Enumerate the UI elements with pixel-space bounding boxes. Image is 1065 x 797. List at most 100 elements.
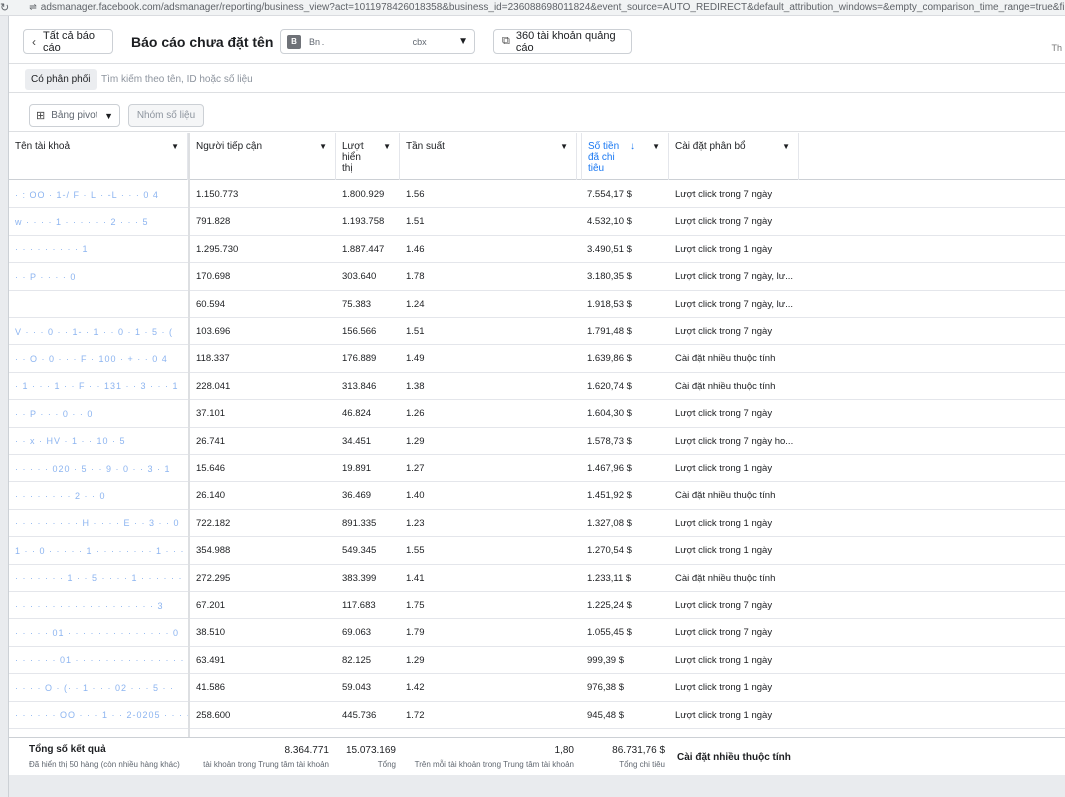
account-name-cell[interactable]: · · P · · · · 0 xyxy=(9,263,188,290)
account-name-cell[interactable]: · · · · · 01 · · · · · · · · · · · · · ·… xyxy=(9,619,188,646)
account-name-cell[interactable]: · · · · · · 01 · · · · · · · · · · · · ·… xyxy=(9,647,188,674)
group-metrics-button[interactable]: Nhóm số liệu xyxy=(128,104,204,127)
spend-cell: 1.451,92 $ xyxy=(587,490,632,502)
account-name-cell[interactable]: · : OO · 1-/ F · L · -L · · · 0 4 xyxy=(9,181,188,208)
table-row[interactable]: · · · · · · · · 2 · · 0 26.140 36.469 1.40 1… xyxy=(9,482,1065,510)
account-name-cell[interactable]: · · · · · 020 · 5 · · 9 · 0 · · 3 · 1 xyxy=(9,455,188,482)
table-icon: ⊞ xyxy=(36,110,46,122)
table-row[interactable]: · · x · HV · 1 · · 10 · 5 26.741 34.451 1.2… xyxy=(9,428,1065,455)
caret-down-icon[interactable]: ▼ xyxy=(652,142,660,151)
column-label: Cài đặt phân bổ xyxy=(675,141,746,152)
account-name-cell[interactable]: · · · · · · · · · · · · · · · · · · · 3 xyxy=(9,592,188,619)
table-row[interactable]: · · · · · · · · · 1 1.295.730 1.887.447 1.4… xyxy=(9,236,1065,264)
reload-icon[interactable]: ↻ xyxy=(0,1,9,14)
frequency-cell: 1.51 xyxy=(406,216,425,228)
attribution-cell: Lượt click trong 1 ngày xyxy=(675,545,773,557)
caret-down-icon[interactable]: ▼ xyxy=(383,142,391,151)
business-account-select[interactable]: B Bn . cbx ▼ xyxy=(280,29,475,54)
impressions-cell: 59.043 xyxy=(342,682,372,694)
browser-address-bar[interactable]: ↻ ⇌ adsmanager.facebook.com/adsmanager/r… xyxy=(0,0,1065,16)
attribution-cell: Cài đặt nhiều thuộc tính xyxy=(675,353,776,365)
table-row[interactable]: · · O · 0 · · · F · 100 · + · · 0 4 118.3… xyxy=(9,345,1065,373)
table-row[interactable]: · · · · · · · 1 · · 5 · · · · 1 · · · · … xyxy=(9,565,1065,592)
column-header-attribution[interactable]: Cài đặt phân bổ ▼ xyxy=(669,133,799,180)
accounts-icon: ⧉ xyxy=(502,35,510,47)
column-header-frequency[interactable]: Tần suất ▼ xyxy=(400,133,577,180)
attribution-cell: Lượt click trong 1 ngày xyxy=(675,654,773,666)
table-row[interactable]: · · · · · · · · · · · · · · · · · · · 3 6… xyxy=(9,592,1065,620)
table-row[interactable]: · · P · · · · 0 170.698 303.640 1.78 3.180,3… xyxy=(9,263,1065,291)
account-name-cell[interactable]: · 1 · · · 1 · · F · · 131 · · 3 · · · 1 xyxy=(9,373,188,400)
impressions-cell: 176.889 xyxy=(342,353,377,365)
search-input[interactable] xyxy=(101,70,1051,89)
table-row[interactable]: · · · · · · 01 · · · · · · · · · · · · ·… xyxy=(9,647,1065,675)
spend-cell: 1.233,11 $ xyxy=(587,572,632,584)
sort-descending-icon[interactable]: ↓ xyxy=(630,141,635,152)
impressions-cell: 549.345 xyxy=(342,545,377,557)
account-name-cell[interactable]: · · P · · · 0 · · 0 xyxy=(9,400,188,427)
attribution-cell: Lượt click trong 7 ngày xyxy=(675,600,773,611)
table-row[interactable]: · 1 · · · 1 · · F · · 131 · · 3 · · · 1 2… xyxy=(9,373,1065,401)
spend-cell: 1.791,48 $ xyxy=(587,326,632,337)
attribution-cell: Lượt click trong 7 ngày, lư... xyxy=(675,271,794,283)
frequency-cell: 1.38 xyxy=(406,380,425,392)
column-header-spend[interactable]: Số tiền đã chi tiêu ↓ ▼ xyxy=(581,133,669,180)
ad-accounts-button[interactable]: ⧉ 360 tài khoản quảng cáo xyxy=(493,29,632,54)
column-header-account[interactable]: Tên tài khoả ▼ xyxy=(9,133,188,180)
impressions-cell: 69.063 xyxy=(342,627,372,639)
table-row[interactable]: · · · · · 01 · · · · · · · · · · · · · ·… xyxy=(9,619,1065,647)
table-row[interactable]: · · · · · 020 · 5 · · 9 · 0 · · 3 · 1 15.… xyxy=(9,455,1065,483)
column-label: Lượt hiển thị xyxy=(342,141,364,174)
caret-down-icon[interactable]: ▼ xyxy=(782,142,790,151)
account-name-cell[interactable] xyxy=(9,291,188,318)
spend-cell: 3.180,35 $ xyxy=(587,271,632,283)
frequency-cell: 1.23 xyxy=(406,517,425,529)
account-name-cell[interactable]: · · · · · · · · · H · · · · E · · 3 · · … xyxy=(9,510,188,537)
spend-cell: 999,39 $ xyxy=(587,654,624,666)
total-impressions-caption: Tổng xyxy=(377,760,396,769)
account-name-cell[interactable]: · · · · · · · · 2 · · 0 xyxy=(9,482,188,509)
frequency-cell: 1.56 xyxy=(406,189,425,200)
reach-cell: 228.041 xyxy=(196,380,231,392)
impressions-cell: 1.193.758 xyxy=(342,216,385,228)
account-name-cell[interactable]: · · · · · · · · · 1 xyxy=(9,236,188,263)
table-row[interactable]: w · · · · 1 · · · · · · 2 · · · 5 791.828… xyxy=(9,208,1065,236)
table-row[interactable]: 1 · · 0 · · · · · 1 · · · · · · · · 1 · … xyxy=(9,537,1065,565)
site-info-icon[interactable]: ⇌ xyxy=(29,2,37,13)
impressions-cell: 1.800.929 xyxy=(342,189,385,200)
impressions-cell: 383.399 xyxy=(342,572,377,584)
url-text[interactable]: adsmanager.facebook.com/adsmanager/repor… xyxy=(41,2,1065,13)
table-row[interactable]: · · P · · · 0 · · 0 37.101 46.824 1.26 1.604… xyxy=(9,400,1065,428)
account-name-cell[interactable]: · · · · · · · 1 · · 5 · · · · 1 · · · · … xyxy=(9,565,188,592)
frequency-cell: 1.29 xyxy=(406,654,425,666)
caret-down-icon[interactable]: ▼ xyxy=(319,142,327,151)
table-row[interactable]: · · · · · · OO · · · 1 · · 2-0205 · · · … xyxy=(9,702,1065,729)
caret-down-icon[interactable]: ▼ xyxy=(171,142,179,151)
all-reports-button[interactable]: ‹ Tất cả báo cáo xyxy=(23,29,113,54)
pivot-table-dropdown[interactable]: ⊞ Bảng pivot ▼ xyxy=(29,104,120,127)
delivery-filter-chip[interactable]: Có phân phối xyxy=(25,69,97,90)
report-table: Tên tài khoả ▼ Người tiếp cận ▼ Lượt hiể… xyxy=(9,133,1065,763)
truncated-header-text: Th xyxy=(1051,43,1062,53)
table-row[interactable]: · · · · O · (· · 1 · · · 02 · · · 5 · · 4… xyxy=(9,674,1065,702)
table-row[interactable]: V · · · 0 · · 1- · 1 · · 0 · 1 · 5 · (10… xyxy=(9,318,1065,346)
column-header-reach[interactable]: Người tiếp cận ▼ xyxy=(190,133,336,180)
table-row[interactable]: · : OO · 1-/ F · L · -L · · · 0 4 1.150.7… xyxy=(9,181,1065,209)
spend-cell: 1.055,45 $ xyxy=(587,627,632,639)
reach-cell: 26.140 xyxy=(196,490,226,502)
frequency-cell: 1.49 xyxy=(406,353,425,365)
account-name-cell[interactable]: · · x · HV · 1 · · 10 · 5 xyxy=(9,428,188,455)
table-row[interactable]: 60.594 75.383 1.24 1.918,53 $ Lượt click tro… xyxy=(9,291,1065,318)
all-reports-label: Tất cả báo cáo xyxy=(43,29,95,54)
account-name-cell[interactable]: · · · · O · (· · 1 · · · 02 · · · 5 · · xyxy=(9,674,188,701)
caret-down-icon[interactable]: ▼ xyxy=(560,142,568,151)
account-name-cell[interactable]: · · · · · · OO · · · 1 · · 2-0205 · · · … xyxy=(9,702,188,729)
pivot-table-label: Bảng pivot xyxy=(51,110,98,121)
account-name-cell[interactable]: 1 · · 0 · · · · · 1 · · · · · · · · 1 · … xyxy=(9,537,188,564)
account-name-cell[interactable]: w · · · · 1 · · · · · · 2 · · · 5 xyxy=(9,208,188,235)
account-name-cell[interactable]: · · O · 0 · · · F · 100 · + · · 0 4 xyxy=(9,345,188,372)
account-name-cell[interactable]: V · · · 0 · · 1- · 1 · · 0 · 1 · 5 · ( xyxy=(9,318,188,345)
column-header-impressions[interactable]: Lượt hiển thị ▼ xyxy=(336,133,400,180)
table-row[interactable]: · · · · · · · · · H · · · · E · · 3 · · … xyxy=(9,510,1065,538)
frequency-cell: 1.40 xyxy=(406,490,425,502)
